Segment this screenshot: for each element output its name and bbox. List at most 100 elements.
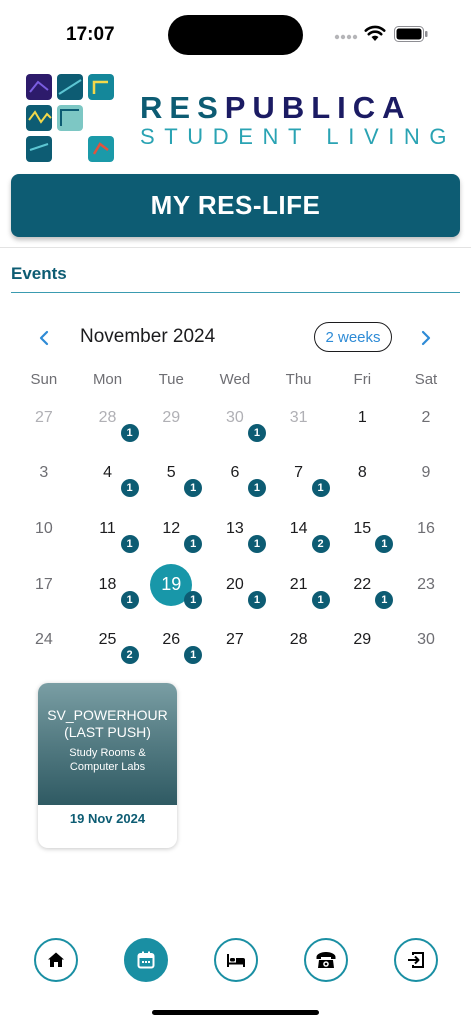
event-count-badge: 1 (311, 590, 330, 609)
logout-icon (408, 952, 424, 968)
calendar-day[interactable]: 22 1 (330, 557, 394, 613)
bed-icon (227, 954, 245, 967)
weekday-label: Sun (30, 371, 58, 388)
weekday-label: Mon (92, 371, 123, 388)
calendar-prev-button[interactable] (31, 325, 57, 351)
event-count-badge: 1 (184, 646, 203, 665)
weekday-label: Tue (158, 371, 184, 388)
calendar-day-number: 2 (421, 408, 431, 426)
calendar-day[interactable]: 12 1 (139, 501, 203, 557)
status-time: 17:07 (66, 24, 115, 45)
event-date: 19 Nov 2024 (69, 811, 146, 826)
signal-icon (334, 34, 358, 40)
event-count-badge: 1 (120, 590, 139, 609)
calendar-day[interactable]: 15 1 (330, 501, 394, 557)
nav-logout-button[interactable] (394, 938, 438, 982)
nav-contact-button[interactable] (304, 938, 348, 982)
calendar-day[interactable]: 29 (330, 612, 394, 668)
event-count-badge: 2 (311, 534, 330, 553)
event-card-image: SV_POWERHOUR (LAST PUSH) Study Rooms & C… (38, 683, 177, 805)
event-count-badge: 1 (184, 534, 203, 553)
calendar-grid: 27 28 1 29 30 1 31 1 2 3 4 1 5 1 6 1 7 1 8 9 10 11 1 12 1 13 1 14 2 1… (12, 390, 458, 668)
calendar-day-selected[interactable]: 19 1 (139, 557, 203, 613)
wifi-icon (364, 25, 386, 41)
event-count-badge: 1 (375, 534, 394, 553)
calendar-day-number: 9 (421, 464, 431, 482)
event-location: Study Rooms & Computer Labs (69, 746, 146, 773)
calendar-day[interactable]: 27 (12, 390, 76, 446)
calendar-day[interactable]: 9 (394, 446, 458, 502)
calendar-day[interactable]: 3 (12, 446, 76, 502)
event-count-badge: 1 (120, 534, 139, 553)
home-icon (48, 952, 64, 967)
calendar-day[interactable]: 71 (267, 446, 331, 502)
phone-icon (316, 952, 336, 968)
brand-header: RESPUBLICA STUDENT LIVING (26, 72, 447, 167)
calendar-day[interactable]: 2 (394, 390, 458, 446)
calendar-day[interactable]: 21 1 (267, 557, 331, 613)
calendar-day[interactable]: 29 (139, 390, 203, 446)
event-title: SV_POWERHOUR (LAST PUSH) (47, 706, 168, 740)
bottom-nav (0, 938, 471, 986)
calendar-format-button[interactable]: 2 weeks (314, 322, 392, 352)
event-count-badge: 1 (375, 590, 394, 609)
calendar-day[interactable]: 25 2 (76, 612, 140, 668)
calendar-day-number: 27 (226, 631, 244, 649)
calendar-day[interactable]: 17 (12, 557, 76, 613)
header-divider (0, 247, 471, 248)
event-card[interactable]: SV_POWERHOUR (LAST PUSH) Study Rooms & C… (38, 683, 177, 848)
calendar-day[interactable]: 31 (267, 390, 331, 446)
weekday-label: Fri (353, 371, 372, 388)
calendar-day[interactable]: 16 (394, 501, 458, 557)
calendar-day[interactable]: 14 2 (267, 501, 331, 557)
calendar-day[interactable]: 13 1 (203, 501, 267, 557)
calendar-day[interactable]: 26 1 (139, 612, 203, 668)
calendar-day[interactable]: 18 1 (76, 557, 140, 613)
calendar-day[interactable]: 8 (330, 446, 394, 502)
event-count-badge: 1 (184, 590, 203, 609)
my-res-life-banner: MY RES-LIFE (11, 174, 460, 237)
home-indicator (152, 1010, 319, 1015)
event-count-badge: 1 (184, 479, 203, 498)
calendar-day-number: 8 (357, 464, 367, 482)
weekday-label: Sat (414, 371, 438, 388)
calendar-day-number: 16 (417, 519, 435, 537)
calendar-day[interactable]: 24 (12, 612, 76, 668)
calendar-weekday-row: Sun Mon Tue Wed Thu Fri Sat (12, 371, 458, 388)
calendar-day-number: 10 (34, 519, 53, 537)
calendar-day[interactable]: 23 (394, 557, 458, 613)
nav-events-button[interactable] (124, 938, 168, 982)
calendar-day[interactable]: 11 1 (76, 501, 140, 557)
brand-name-part2: PUBLICA (224, 90, 412, 125)
calendar-day[interactable]: 20 1 (203, 557, 267, 613)
calendar-icon (137, 951, 155, 969)
calendar-day[interactable]: 51 (139, 446, 203, 502)
calendar-day[interactable]: 10 (12, 501, 76, 557)
nav-home-button[interactable] (34, 938, 78, 982)
calendar-next-button[interactable] (413, 325, 439, 351)
event-count-badge: 1 (247, 534, 266, 553)
event-count-badge: 2 (120, 646, 139, 665)
event-count-badge: 1 (247, 590, 266, 609)
event-count-badge: 1 (247, 479, 266, 498)
calendar-day[interactable]: 27 (203, 612, 267, 668)
calendar-day[interactable]: 1 (330, 390, 394, 446)
calendar-day-number: 27 (34, 408, 53, 426)
calendar-day[interactable]: 28 (267, 612, 331, 668)
brand-name-part1: RES (140, 90, 225, 125)
calendar-day[interactable]: 41 (76, 446, 140, 502)
calendar-month-label: November 2024 (80, 326, 216, 347)
status-bar: 17:07 (0, 0, 471, 66)
calendar-day-number: 17 (34, 575, 53, 593)
calendar-day[interactable]: 30 (394, 612, 458, 668)
calendar-day[interactable]: 61 (203, 446, 267, 502)
calendar-day-number: 29 (353, 631, 372, 649)
calendar-day[interactable]: 30 1 (203, 390, 267, 446)
respublica-logo-icon (26, 74, 114, 162)
calendar-day[interactable]: 28 1 (76, 390, 140, 446)
nav-room-button[interactable] (214, 938, 258, 982)
calendar-day-number: 3 (39, 464, 49, 482)
event-count-badge: 1 (247, 423, 266, 442)
section-title-events: Events (11, 264, 67, 283)
brand-name: RESPUBLICA (140, 90, 412, 126)
